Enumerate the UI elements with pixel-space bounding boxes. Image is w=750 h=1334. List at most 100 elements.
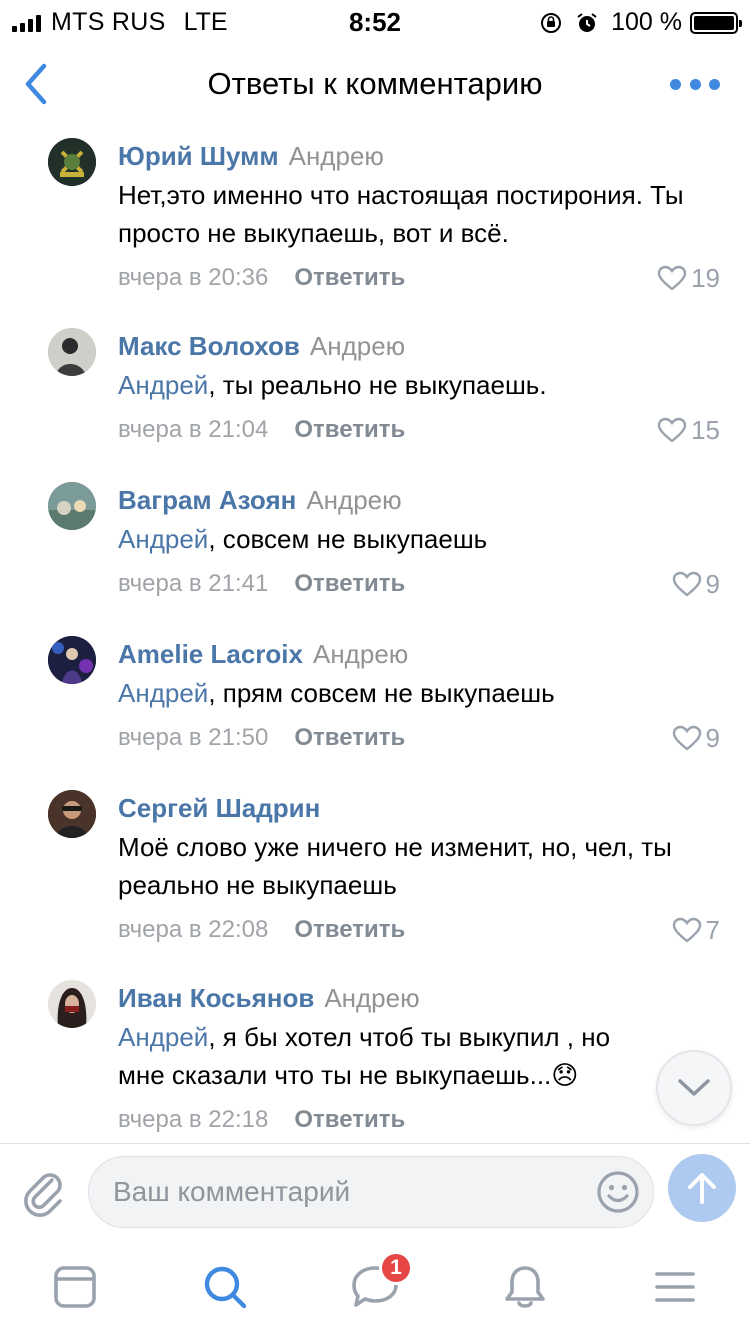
tab-newsfeed[interactable] bbox=[43, 1257, 107, 1317]
avatar[interactable] bbox=[48, 790, 96, 838]
comment-header: Ваграм Азоян Андрею bbox=[118, 472, 720, 518]
reply-button[interactable]: Ответить bbox=[294, 912, 405, 948]
tab-menu[interactable] bbox=[643, 1257, 707, 1317]
heart-icon bbox=[672, 725, 701, 751]
comment-meta: вчера в 22:18 Ответить bbox=[118, 1100, 720, 1140]
like-button[interactable]: 9 bbox=[672, 720, 720, 756]
comment-author[interactable]: Сергей Шадрин bbox=[118, 793, 320, 823]
page-title: Ответы к комментарию bbox=[207, 66, 543, 101]
comment-text: Андрей, ты реально не выкупаешь. bbox=[118, 366, 720, 404]
arrow-up-icon bbox=[688, 1173, 716, 1204]
comment-header: Макс Волохов Андрею bbox=[118, 318, 720, 364]
notifications-icon bbox=[505, 1266, 545, 1308]
alarm-icon bbox=[575, 11, 599, 35]
comment-time: вчера в 22:08 bbox=[118, 916, 269, 943]
comments-list[interactable]: Юрий Шумм Андрею Нет,это именно что насто… bbox=[0, 128, 750, 1143]
comment-time: вчера в 21:04 bbox=[118, 416, 269, 443]
comment-item: Ваграм Азоян Андрею Андрей, совсем не вык… bbox=[0, 472, 750, 626]
heart-icon bbox=[672, 571, 701, 597]
comment-item: Amelie Lacroix Андрею Андрей, прям совсем… bbox=[0, 626, 750, 780]
tab-bar: 1 bbox=[0, 1239, 750, 1334]
more-options-button[interactable] bbox=[670, 76, 720, 92]
comment-item: Макс Волохов Андрею Андрей, ты реально не… bbox=[0, 318, 750, 472]
comment-text: Нет,это именно что настоящая постирония.… bbox=[118, 180, 684, 248]
reply-button[interactable]: Ответить bbox=[294, 260, 405, 296]
comment-body: , ты реально не выкупаешь. bbox=[208, 370, 547, 400]
orientation-lock-icon bbox=[539, 11, 563, 35]
comment-body: , прям совсем не выкупаешь bbox=[208, 678, 555, 708]
comment-item: Сергей Шадрин Моё слово уже ничего не из… bbox=[0, 780, 750, 970]
comment-item: Юрий Шумм Андрею Нет,это именно что насто… bbox=[0, 128, 750, 318]
comment-author[interactable]: Ваграм Азоян bbox=[118, 485, 296, 515]
comment-reply-to: Андрею bbox=[306, 485, 402, 515]
like-count: 9 bbox=[705, 569, 720, 599]
chevron-down-icon bbox=[678, 1079, 710, 1096]
comment-header: Иван Косьянов Андрею bbox=[118, 970, 720, 1016]
tab-search[interactable] bbox=[193, 1257, 257, 1317]
reply-button[interactable]: Ответить bbox=[294, 1102, 405, 1138]
attach-button[interactable] bbox=[22, 1166, 66, 1218]
comment-reply-to: Андрею bbox=[288, 141, 384, 171]
like-count: 19 bbox=[691, 263, 720, 293]
comment-time: вчера в 21:41 bbox=[118, 570, 269, 597]
comment-input[interactable] bbox=[113, 1157, 583, 1227]
avatar[interactable] bbox=[48, 482, 96, 530]
comment-reply-to: Андрею bbox=[309, 331, 406, 361]
comment-header: Amelie Lacroix Андрею bbox=[118, 626, 720, 672]
more-dot bbox=[709, 78, 720, 90]
comment-meta: вчера в 21:50 Ответить 9 bbox=[118, 718, 720, 758]
scroll-to-bottom-button[interactable] bbox=[656, 1050, 732, 1126]
avatar[interactable] bbox=[48, 328, 96, 376]
comment-author[interactable]: Юрий Шумм bbox=[118, 141, 279, 171]
status-bar: MTS RUS LTE 8:52 100 % bbox=[0, 0, 750, 42]
like-button[interactable]: 19 bbox=[657, 260, 720, 296]
notification-badge: 1 bbox=[379, 1251, 413, 1285]
emoji-button[interactable] bbox=[595, 1169, 641, 1215]
reply-button[interactable]: Ответить bbox=[294, 566, 405, 602]
paperclip-icon bbox=[24, 1173, 62, 1217]
comment-reply-to: Андрею bbox=[312, 639, 409, 669]
comment-author[interactable]: Amelie Lacroix bbox=[118, 639, 303, 669]
comment-time: вчера в 20:36 bbox=[118, 264, 269, 291]
tab-messages[interactable]: 1 bbox=[343, 1251, 413, 1317]
like-button[interactable]: 7 bbox=[672, 912, 720, 948]
comment-header: Сергей Шадрин bbox=[118, 780, 720, 826]
mention-link[interactable]: Андрей bbox=[118, 524, 208, 554]
battery-icon bbox=[690, 11, 742, 34]
nav-bar: Ответы к комментарию bbox=[0, 42, 750, 128]
heart-icon bbox=[657, 417, 687, 443]
reply-button[interactable]: Ответить bbox=[294, 720, 405, 756]
comment-time: вчера в 22:18 bbox=[118, 1106, 269, 1133]
reply-button[interactable]: Ответить bbox=[294, 412, 405, 448]
like-button[interactable]: 9 bbox=[672, 566, 720, 602]
comment-text: Андрей, я бы хотел чтоб ты выкупил , но … bbox=[118, 1018, 720, 1094]
mention-link[interactable]: Андрей bbox=[118, 1022, 208, 1052]
more-dot bbox=[670, 78, 681, 90]
comment-text: Моё слово уже ничего не изменит, но, чел… bbox=[118, 832, 672, 900]
more-dot bbox=[689, 78, 701, 90]
avatar[interactable] bbox=[48, 138, 96, 186]
comment-text: Андрей, прям совсем не выкупаешь bbox=[118, 674, 720, 712]
comment-time: вчера в 21:50 bbox=[118, 724, 269, 751]
comment-author[interactable]: Иван Косьянов bbox=[118, 983, 314, 1013]
comment-input-wrapper bbox=[88, 1156, 654, 1228]
comment-reply-to: Андрею bbox=[324, 983, 420, 1013]
comment-author[interactable]: Макс Волохов bbox=[118, 331, 300, 361]
heart-icon bbox=[672, 917, 701, 943]
tab-notifications[interactable] bbox=[493, 1257, 557, 1317]
avatar[interactable] bbox=[48, 636, 96, 684]
comment-body: , совсем не выкупаешь bbox=[208, 524, 488, 554]
comment-meta: вчера в 22:08 Ответить 7 bbox=[118, 910, 720, 950]
comment-meta: вчера в 20:36 Ответить 19 bbox=[118, 258, 720, 298]
mention-link[interactable]: Андрей bbox=[118, 678, 208, 708]
like-button[interactable]: 15 bbox=[657, 412, 720, 448]
like-count: 9 bbox=[705, 723, 720, 753]
send-button[interactable] bbox=[668, 1154, 736, 1222]
avatar[interactable] bbox=[48, 980, 96, 1028]
like-count: 7 bbox=[705, 915, 720, 945]
smiley-icon bbox=[597, 1171, 639, 1213]
comment-header: Юрий Шумм Андрею bbox=[118, 128, 720, 174]
newsfeed-icon bbox=[54, 1266, 96, 1308]
mention-link[interactable]: Андрей bbox=[118, 370, 208, 400]
comment-item: Иван Косьянов Андрею Андрей, я бы хотел ч… bbox=[0, 970, 750, 1143]
